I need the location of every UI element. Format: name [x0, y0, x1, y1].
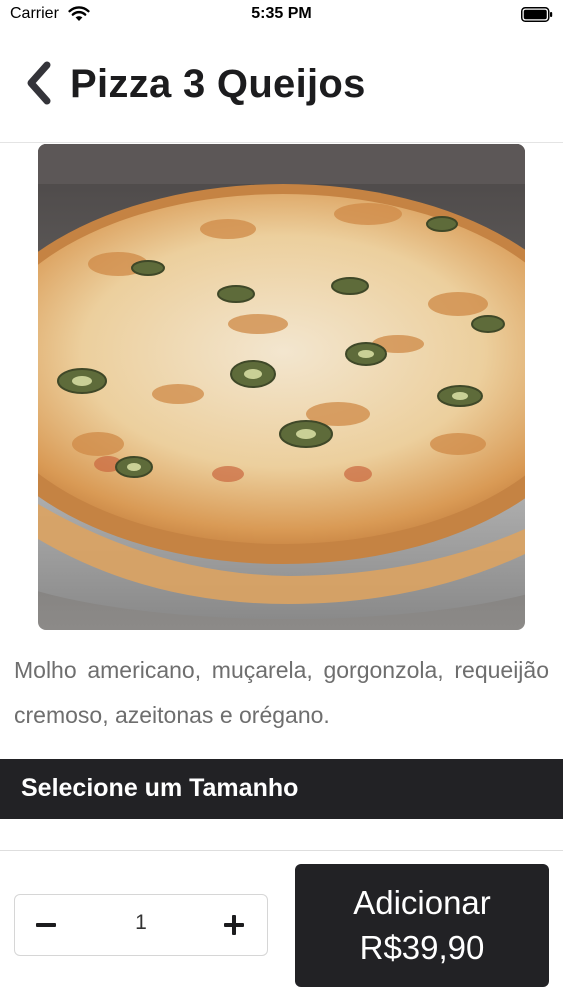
page-title: Pizza 3 Queijos	[70, 62, 366, 106]
product-description: Molho americano, muçarela, gorgonzola, r…	[14, 657, 549, 728]
navigation-bar: Pizza 3 Queijos	[0, 30, 563, 143]
plus-icon[interactable]	[203, 895, 267, 955]
size-section-header[interactable]: Selecione um Tamanho	[0, 759, 563, 819]
quantity-stepper: 1	[14, 894, 268, 956]
quantity-value: 1	[135, 911, 147, 934]
battery-icon	[521, 7, 553, 22]
size-section-title: Selecione um Tamanho	[21, 774, 299, 802]
footer-divider	[0, 850, 563, 851]
add-button-label: Adicionar	[353, 884, 491, 921]
status-time: 5:35 PM	[251, 5, 312, 22]
status-bar: Carrier 5:35 PM	[0, 0, 563, 30]
pizza-photo	[38, 144, 525, 630]
chevron-left-icon[interactable]	[22, 60, 54, 106]
minus-icon[interactable]	[15, 895, 79, 955]
add-to-cart-button[interactable]: Adicionar R$39,90	[295, 864, 549, 987]
add-button-price: R$39,90	[359, 929, 485, 966]
